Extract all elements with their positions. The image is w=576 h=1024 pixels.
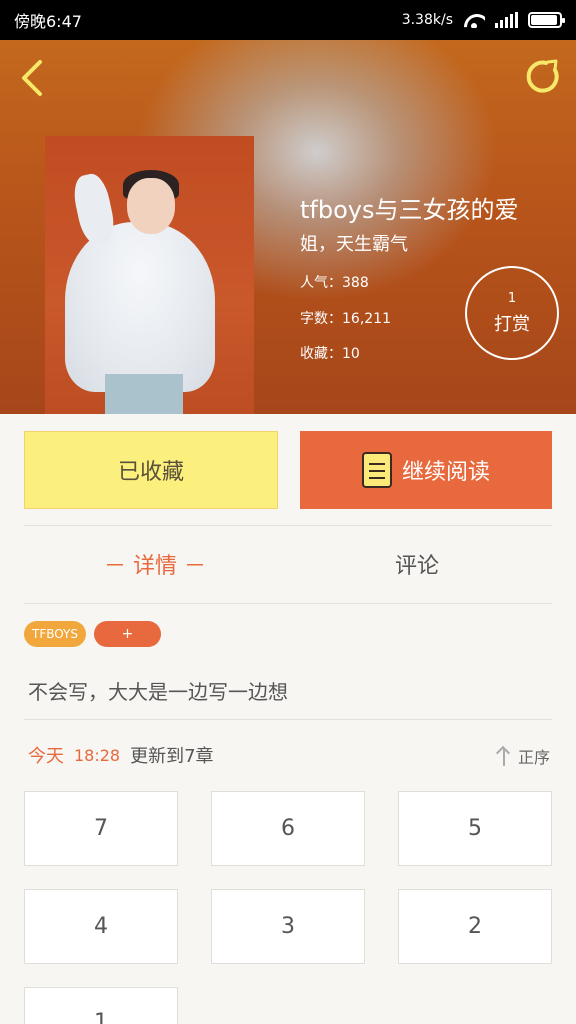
tab-details[interactable]: － 详情 －	[104, 548, 206, 584]
word-count-stat: 字数：16,211	[300, 311, 391, 327]
status-bar: 傍晚6:47 3.38k/s	[0, 0, 576, 40]
book-header: tfboys与三女孩的爱 姐，天生霸气 人气：388 字数：16,211 收藏：…	[0, 40, 576, 414]
sort-arrow-icon	[496, 746, 512, 766]
refresh-button[interactable]	[524, 58, 562, 96]
tip-label: 打赏	[494, 313, 530, 335]
refresh-icon	[526, 59, 559, 93]
divider	[24, 603, 552, 604]
tip-button[interactable]: 1 打赏	[465, 266, 559, 360]
sort-label: 正序	[517, 748, 550, 767]
book-icon	[361, 452, 392, 488]
status-carrier-time: 傍晚6:47	[14, 12, 82, 31]
favorited-button[interactable]: 已收藏	[24, 431, 278, 509]
cover-figure-legs	[105, 374, 183, 414]
wifi-icon	[463, 12, 485, 28]
battery-icon	[528, 12, 565, 28]
update-time: 18:28	[74, 745, 121, 765]
update-info: 今天 18:28 更新到7章	[28, 742, 214, 768]
cover-figure-arm	[70, 171, 118, 247]
status-icons: 3.38k/s	[401, 12, 565, 28]
tab-comments[interactable]: 评论	[395, 548, 439, 584]
update-day: 今天	[28, 746, 64, 767]
favorites-stat: 收藏：10	[300, 346, 360, 362]
book-description: 不会写，大大是一边写一边想	[28, 680, 288, 704]
book-subtitle: 姐，天生霸气	[300, 234, 408, 255]
chapter-button[interactable]: 1	[24, 987, 178, 1024]
chapter-button[interactable]: 5	[398, 791, 552, 866]
chapter-button[interactable]: 3	[211, 889, 365, 964]
back-arrow-icon	[22, 60, 42, 96]
book-cover-image[interactable]	[45, 136, 254, 414]
chapter-button[interactable]: 6	[211, 791, 365, 866]
continue-reading-label: 继续阅读	[401, 460, 490, 485]
chapter-button[interactable]: 7	[24, 791, 178, 866]
back-button[interactable]	[18, 58, 48, 98]
cover-figure-head	[127, 178, 175, 234]
network-speed: 3.38k/s	[401, 12, 453, 28]
tag-tfboys[interactable]: TFBOYS	[24, 621, 86, 647]
book-title: tfboys与三女孩的爱	[300, 196, 519, 224]
continue-reading-button[interactable]: 继续阅读	[300, 431, 552, 509]
update-text: 更新到7章	[130, 746, 214, 767]
tip-count: 1	[507, 290, 517, 306]
chapter-button[interactable]: 2	[398, 889, 552, 964]
add-tag-button[interactable]: +	[94, 621, 161, 647]
chapter-button[interactable]: 4	[24, 889, 178, 964]
divider	[24, 525, 552, 526]
signal-icon	[495, 12, 518, 28]
popularity-stat: 人气：388	[300, 275, 369, 291]
cover-figure-body	[65, 222, 215, 392]
sort-order-button[interactable]: 正序	[496, 744, 550, 768]
divider	[24, 719, 552, 720]
favorited-label: 已收藏	[117, 460, 184, 485]
